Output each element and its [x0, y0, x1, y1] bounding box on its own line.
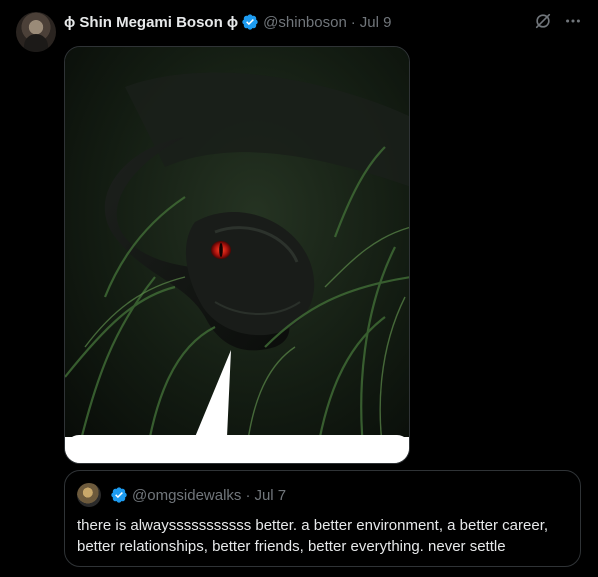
tweet-header: ɸ Shin Megami Boson ɸ @shinboson · Jul 9 [64, 12, 582, 32]
quoted-tweet-text: there is alwaysssssssssss better. a bett… [77, 517, 549, 555]
snake-image-graphic [65, 47, 409, 463]
tweet-image[interactable] [64, 46, 410, 464]
author-display-name[interactable]: ɸ Shin Megami Boson ɸ [64, 14, 238, 31]
author-handle[interactable]: @shinboson [263, 14, 347, 31]
author-avatar[interactable] [16, 12, 56, 52]
header-actions [534, 12, 582, 30]
tweet-date[interactable]: Jul 9 [360, 14, 392, 31]
header-separator: · [350, 13, 356, 31]
quoted-date[interactable]: Jul 7 [254, 487, 286, 504]
quoted-verified-badge-icon [110, 486, 128, 504]
quoted-tweet-header: @omgsidewalks · Jul 7 [77, 483, 286, 507]
more-icon[interactable] [564, 12, 582, 30]
quoted-tweet[interactable]: @omgsidewalks · Jul 7 there is alwayssss… [64, 470, 581, 567]
grok-icon[interactable] [534, 12, 552, 30]
quoted-author-avatar[interactable] [77, 483, 101, 507]
quoted-author-handle[interactable]: @omgsidewalks [132, 487, 241, 504]
quoted-separator: · [245, 486, 251, 504]
verified-badge-icon [241, 13, 259, 31]
